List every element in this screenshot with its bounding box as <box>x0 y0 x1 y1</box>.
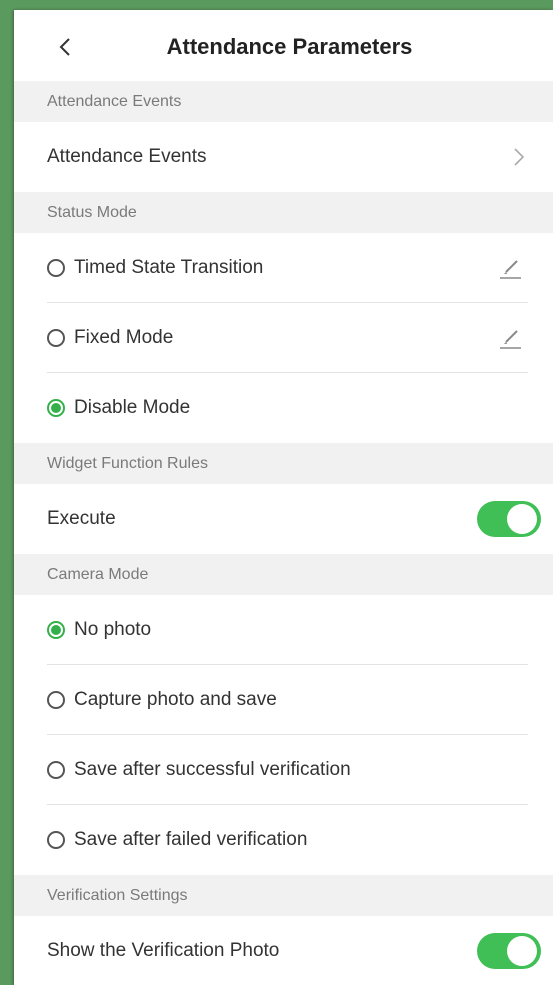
execute-label: Execute <box>47 508 116 529</box>
chevron-right-icon <box>514 148 525 166</box>
show-verification-photo-toggle[interactable] <box>477 933 541 969</box>
status-option-label: Timed State Transition <box>74 257 264 278</box>
attendance-events-label: Attendance Events <box>47 146 207 167</box>
show-verification-photo-row: Show the Verification Photo <box>14 916 553 985</box>
page-title: Attendance Parameters <box>166 34 413 59</box>
camera-option-no-photo[interactable]: No photo <box>14 595 553 665</box>
pencil-icon[interactable] <box>497 255 523 281</box>
camera-option-label: Save after successful verification <box>74 759 351 780</box>
status-option-fixed-mode[interactable]: Fixed Mode <box>14 303 553 373</box>
radio-button[interactable] <box>47 761 65 779</box>
execute-row: Execute <box>14 484 553 554</box>
status-option-label: Disable Mode <box>74 397 191 418</box>
camera-option-capture-save[interactable]: Capture photo and save <box>14 665 553 735</box>
radio-button[interactable] <box>47 329 65 347</box>
camera-option-save-failed[interactable]: Save after failed verification <box>14 805 553 875</box>
radio-button-selected[interactable] <box>47 399 65 417</box>
section-header-camera-mode: Camera Mode <box>14 554 553 595</box>
status-option-disable-mode[interactable]: Disable Mode <box>14 373 553 443</box>
radio-button[interactable] <box>47 831 65 849</box>
section-header-widget-rules: Widget Function Rules <box>14 443 553 484</box>
section-header-status-mode: Status Mode <box>14 192 553 233</box>
section-header-attendance-events: Attendance Events <box>14 81 553 122</box>
camera-option-save-success[interactable]: Save after successful verification <box>14 735 553 805</box>
status-option-label: Fixed Mode <box>74 327 174 348</box>
radio-button[interactable] <box>47 691 65 709</box>
camera-option-label: Save after failed verification <box>74 829 308 850</box>
section-header-verification: Verification Settings <box>14 875 553 916</box>
app-screen: Attendance Parameters Attendance Events … <box>14 10 553 985</box>
execute-toggle[interactable] <box>477 501 541 537</box>
top-bar: Attendance Parameters <box>14 10 553 81</box>
show-verification-photo-label: Show the Verification Photo <box>47 940 280 961</box>
pencil-icon[interactable] <box>497 325 523 351</box>
radio-button[interactable] <box>47 259 65 277</box>
radio-button-selected[interactable] <box>47 621 65 639</box>
status-option-timed-state[interactable]: Timed State Transition <box>14 233 553 303</box>
camera-option-label: Capture photo and save <box>74 689 277 710</box>
attendance-events-row[interactable]: Attendance Events <box>14 122 553 192</box>
camera-option-label: No photo <box>74 619 152 640</box>
